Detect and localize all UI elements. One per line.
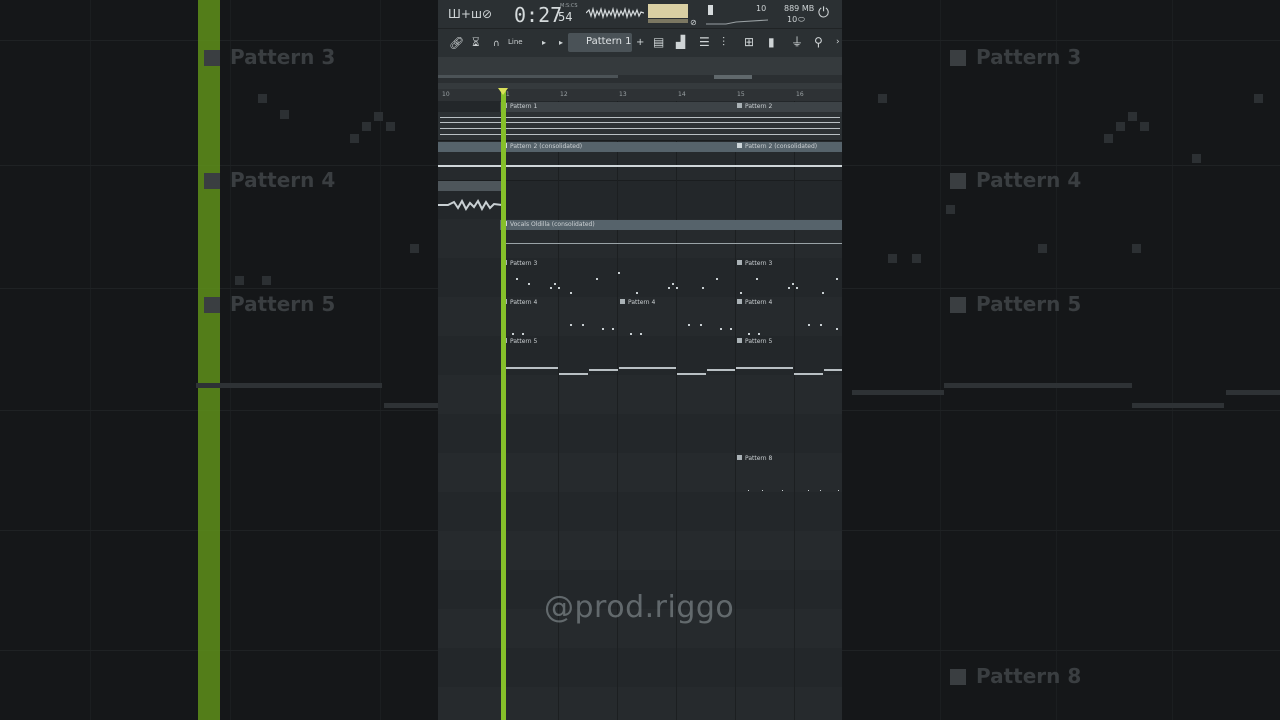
track-lane-16[interactable] (438, 687, 842, 720)
snap-select[interactable]: Line (508, 38, 523, 46)
watermark-text: @prod.riggo (544, 590, 735, 625)
track-lane-9[interactable] (438, 414, 842, 454)
clip-pattern-8-label: Pattern 8 (737, 455, 772, 462)
track-lane-12[interactable] (438, 531, 842, 571)
cpu-meter-bar (708, 5, 713, 15)
hint-bar-icon[interactable]: ⊘ (690, 16, 697, 30)
background-left-mirror: Pattern 3 Pattern 4 Pattern 5 (0, 0, 438, 720)
pattern-selector[interactable]: Pattern 1 (568, 33, 632, 52)
ram-value: 889 MB (784, 4, 815, 13)
clip-pattern-2-consolidated-header[interactable] (438, 142, 735, 152)
magnet-icon[interactable]: ∩ (493, 37, 500, 51)
power-icon[interactable]: ⏻ (818, 6, 829, 20)
vocal-chop-waveform (438, 198, 502, 212)
output-meter (648, 4, 688, 18)
snap-arrow-icon[interactable]: ▸ (542, 36, 546, 50)
clip-pattern-2-consolidated-label: Pattern 2 (consolidated) (502, 143, 582, 150)
clip-vocals-label: Vocals Oldilla (consolidated) (502, 221, 595, 228)
link-icon[interactable]: 🔗︎ (449, 36, 464, 50)
clip-pattern-2-label: Pattern 2 (737, 103, 772, 110)
clip-pattern-2-consolidated-label-2: Pattern 2 (consolidated) (737, 143, 817, 150)
track-lane-15[interactable] (438, 648, 842, 688)
time-format-tag: M:S:CS (560, 3, 578, 9)
cpu-value: 10 (756, 4, 767, 13)
metronome-icon[interactable]: ⏳︎ (472, 35, 480, 49)
pattern-prev-icon[interactable]: ▸ (559, 36, 563, 50)
mixer-icon[interactable]: ⫶ (722, 35, 725, 49)
clip-pattern-4-label-2: Pattern 4 (620, 299, 655, 306)
polyphony-icon: ⬭ (798, 15, 805, 24)
plugin-icon[interactable]: ⏚ (791, 35, 803, 49)
clip-pattern-4-label-3: Pattern 4 (737, 299, 772, 306)
song-time-centiseconds: 54 (558, 10, 573, 24)
piano-roll-icon[interactable]: ▟ (676, 35, 685, 49)
ruler-bar-13: 13 (619, 91, 627, 98)
track-lane-5[interactable] (438, 258, 842, 298)
clip-pattern-1-label: Pattern 1 (502, 103, 537, 110)
clip-pattern-5-label: Pattern 5 (502, 338, 537, 345)
playlist-overview[interactable] (438, 57, 842, 89)
playlist-icon[interactable]: ▤ (653, 35, 664, 49)
clip-pattern-3-label-2: Pattern 3 (737, 260, 772, 267)
ruler-bar-16: 16 (796, 91, 804, 98)
clipboard-icon[interactable]: ▮ (768, 35, 775, 49)
background-playhead (198, 0, 220, 720)
background-label-pattern-5: Pattern 5 (204, 292, 335, 316)
background-label-pattern-5-right: Pattern 5 (950, 292, 1081, 316)
background-right-mirror: Pattern 3 Pattern 4 Pattern 5 Pattern 8 (842, 0, 1280, 720)
clip-vocal-chop-header[interactable] (438, 181, 501, 191)
song-time-main[interactable]: 0:27 (514, 3, 562, 27)
ruler-bar-12: 12 (560, 91, 568, 98)
polyphony-value: 10 (787, 15, 798, 24)
clip-pattern-4-label: Pattern 4 (502, 299, 537, 306)
background-label-pattern-4: Pattern 4 (204, 168, 335, 192)
track-lane-7[interactable] (438, 336, 842, 376)
track-lane-11[interactable] (438, 492, 842, 532)
background-label-pattern-3-right: Pattern 3 (950, 45, 1081, 69)
background-label-pattern-3: Pattern 3 (204, 45, 335, 69)
ruler-bar-15: 15 (737, 91, 745, 98)
tools-icon[interactable]: ⚲ (814, 35, 823, 49)
transport-toolbar: Ш+ ш⊘ M:S:CS 0:27 54 ⊘ 10 889 MB 10 ⬭ ⏻ (438, 0, 842, 29)
add-pattern-icon[interactable]: + (636, 36, 644, 50)
playhead-marker-icon[interactable] (498, 88, 508, 95)
wave-menu-icon[interactable]: ш⊘ (471, 7, 492, 21)
pattern-selector-label: Pattern 1 (586, 36, 632, 47)
output-meter-peak (648, 19, 688, 23)
playhead[interactable] (501, 89, 506, 720)
mixer-menu-icon[interactable]: Ш+ (448, 7, 471, 21)
channel-rack-icon[interactable]: ☰ (699, 35, 710, 49)
waveform-monitor-icon (586, 6, 644, 20)
browser-icon[interactable]: ⊞ (744, 35, 754, 49)
background-label-pattern-4-right: Pattern 4 (950, 168, 1081, 192)
ruler-bar-10: 10 (442, 91, 450, 98)
track-lane-10[interactable] (438, 453, 842, 493)
cpu-graph-icon (706, 19, 768, 25)
background-label-pattern-8-right: Pattern 8 (950, 664, 1081, 688)
playlist-toolbar: 🔗︎ ⏳︎ ∩ Line ▸ ▸ Pattern 1 + ▤ ▟ ☰ ⫶ ⊞ ▮… (438, 29, 842, 57)
clip-pattern-3-label: Pattern 3 (502, 260, 537, 267)
more-icon[interactable]: › (836, 35, 840, 49)
track-lane-8[interactable] (438, 375, 842, 415)
ruler-bar-14: 14 (678, 91, 686, 98)
clip-pattern-5-label-2: Pattern 5 (737, 338, 772, 345)
